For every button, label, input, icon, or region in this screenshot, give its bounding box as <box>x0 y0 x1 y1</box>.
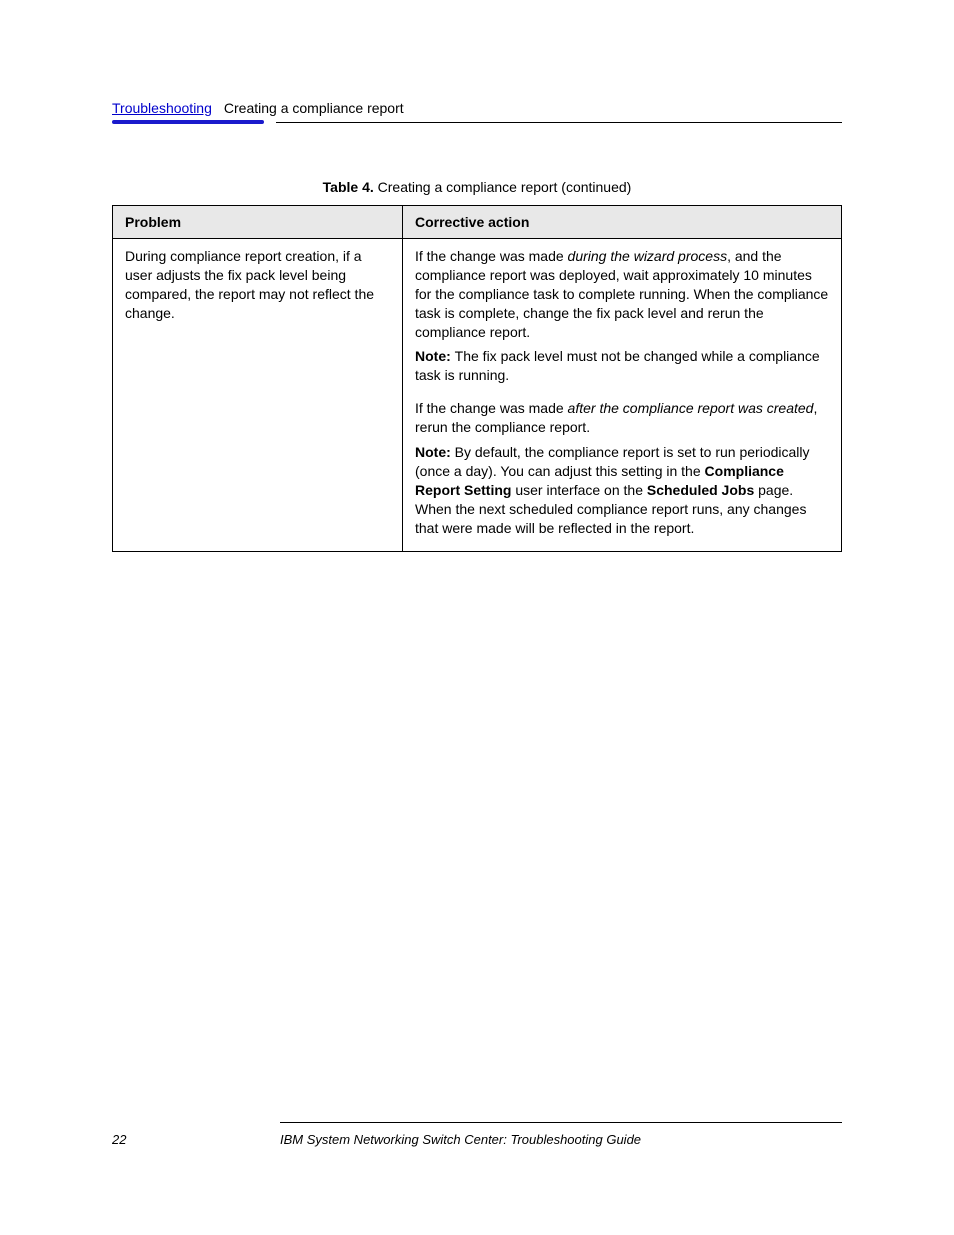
footer-doc-title: IBM System Networking Switch Center: Tro… <box>280 1132 842 1147</box>
page-number: 22 <box>112 1132 280 1147</box>
footer-rule <box>280 1122 842 1123</box>
th-problem: Problem <box>113 206 403 239</box>
table-caption: Table 4. Creating a compliance report (c… <box>112 179 842 195</box>
troubleshooting-table: Problem Corrective action During complia… <box>112 205 842 552</box>
header-link[interactable]: Troubleshooting <box>112 100 212 116</box>
table-row: During compliance report creation, if a … <box>113 239 842 552</box>
footer: 22 IBM System Networking Switch Center: … <box>112 1132 842 1147</box>
table-header-row: Problem Corrective action <box>113 206 842 239</box>
black-rule <box>276 122 842 123</box>
header-rule <box>112 120 842 124</box>
blue-rule <box>112 120 264 124</box>
problem-cell: During compliance report creation, if a … <box>113 239 403 552</box>
th-action: Corrective action <box>403 206 842 239</box>
header-section-title: Creating a compliance report <box>224 100 842 116</box>
action-cell: If the change was made during the wizard… <box>403 239 842 552</box>
